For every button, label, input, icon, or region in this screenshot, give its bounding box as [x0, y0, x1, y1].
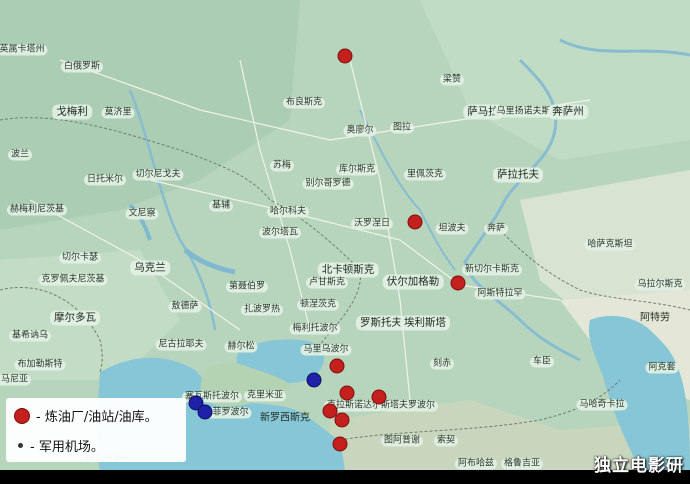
place-label: 斯塔夫罗波尔	[377, 400, 439, 412]
place-label: 敖德萨	[168, 301, 202, 313]
place-label: 波兰	[7, 149, 33, 161]
place-label: 奔萨州	[548, 104, 588, 120]
place-label: 新切尔卡斯克	[461, 264, 523, 276]
place-label: 格鲁吉亚	[500, 458, 544, 470]
place-label: 哈萨克斯坦	[584, 239, 636, 251]
place-label: 白俄罗斯	[60, 61, 104, 73]
place-label: 摩尔多瓦	[50, 310, 100, 326]
refinery-marker[interactable]	[339, 385, 355, 401]
place-label: 乌克兰	[130, 260, 170, 276]
place-label: 基希讷乌	[8, 330, 52, 342]
place-label: 尼古拉耶夫	[155, 339, 207, 351]
place-label: 切尔尼戈夫	[132, 169, 184, 181]
place-label: 马哈奇卡拉	[576, 399, 628, 411]
place-label: 奔萨	[483, 223, 509, 235]
place-label: 罗马尼亚	[0, 374, 32, 386]
place-label: 伏尔加格勒	[382, 274, 444, 290]
place-label: 阿布哈兹	[454, 458, 498, 470]
place-label: 克里米亚	[243, 390, 287, 402]
place-label: 莫济里	[101, 107, 135, 119]
place-label: 卢甘斯克	[305, 277, 349, 289]
place-label: 波尔塔瓦	[258, 227, 302, 239]
place-label: 埃利斯塔	[400, 315, 450, 331]
airfield-marker[interactable]	[306, 372, 322, 388]
dot-icon	[18, 443, 23, 448]
place-label: 阿克套	[645, 362, 679, 374]
place-label: 布良斯克	[282, 97, 326, 109]
place-label: 沃罗涅日	[350, 218, 394, 230]
place-label: 阿斯特拉罕	[474, 288, 526, 300]
map-legend: - 炼油厂/油站/油库。 - 军用机场。	[6, 398, 186, 462]
refinery-marker[interactable]	[450, 275, 466, 291]
place-label: 库尔斯克	[335, 164, 379, 176]
refinery-marker[interactable]	[337, 48, 353, 64]
place-label: 马里乌波尔	[300, 344, 352, 356]
airfield-marker[interactable]	[197, 404, 213, 420]
place-label: 图阿普谢	[380, 435, 424, 447]
refinery-marker[interactable]	[329, 358, 345, 374]
place-label: 坦波夫	[435, 223, 469, 235]
place-label: 日托米尔	[83, 174, 127, 186]
legend-row-airfield: - 军用机场。	[14, 436, 104, 455]
place-label: 索契	[433, 435, 459, 447]
legend-refinery-label: - 炼油厂/油站/油库。	[36, 410, 158, 425]
place-label: 克罗佩夫尼茨基	[38, 274, 108, 286]
bottom-bar	[0, 470, 690, 484]
refinery-marker[interactable]	[332, 436, 348, 452]
place-label: 梅利托波尔	[289, 323, 341, 335]
place-label: 奥廖尔	[343, 125, 377, 137]
legend-row-refinery: - 炼油厂/油站/油库。	[14, 406, 158, 425]
place-label: 基辅	[208, 200, 234, 212]
place-label: 北卡顿斯克	[317, 262, 379, 278]
place-label: 新罗西斯克	[260, 412, 310, 424]
place-label: 刻赤	[429, 358, 455, 370]
place-label: 车臣	[529, 356, 555, 368]
place-label: 阿特劳	[640, 312, 670, 324]
place-label: 梁赞	[439, 74, 465, 86]
legend-airfield-label: - 军用机场。	[30, 440, 104, 455]
place-label: 布加勒斯特	[14, 359, 66, 371]
place-label: 英属卡塔州	[0, 44, 48, 56]
map-view[interactable]: 英属卡塔州 白俄罗斯 戈梅利 莫济里 波兰 切尔尼戈夫 日托米尔 基辅 文尼察 …	[0, 0, 690, 470]
place-label: 第聂伯罗	[225, 281, 269, 293]
place-label: 乌拉尔斯克	[634, 279, 686, 291]
place-label: 戈梅利	[52, 104, 92, 120]
place-label: 扎波罗热	[240, 304, 284, 316]
place-label: 文尼察	[125, 208, 159, 220]
red-circle-icon	[14, 407, 30, 424]
refinery-marker[interactable]	[371, 389, 387, 405]
watermark: 独立电影研	[594, 456, 684, 476]
place-label: 赫梅利尼茨基	[6, 204, 68, 216]
place-label: 萨拉托夫	[493, 167, 543, 183]
place-label: 切尔卡瑟	[58, 252, 102, 264]
place-label: 哈尔科夫	[266, 206, 310, 218]
place-label: 赫尔松	[224, 341, 258, 353]
refinery-marker[interactable]	[407, 214, 423, 230]
place-label: 苏梅	[269, 160, 295, 172]
place-label: 里佩茨克	[403, 169, 447, 181]
place-label: 别尔哥罗德	[302, 178, 354, 190]
place-label: 顿涅茨克	[296, 299, 340, 311]
refinery-marker[interactable]	[334, 412, 350, 428]
place-label: 图拉	[389, 122, 415, 134]
place-label: 罗斯托夫	[356, 315, 406, 331]
